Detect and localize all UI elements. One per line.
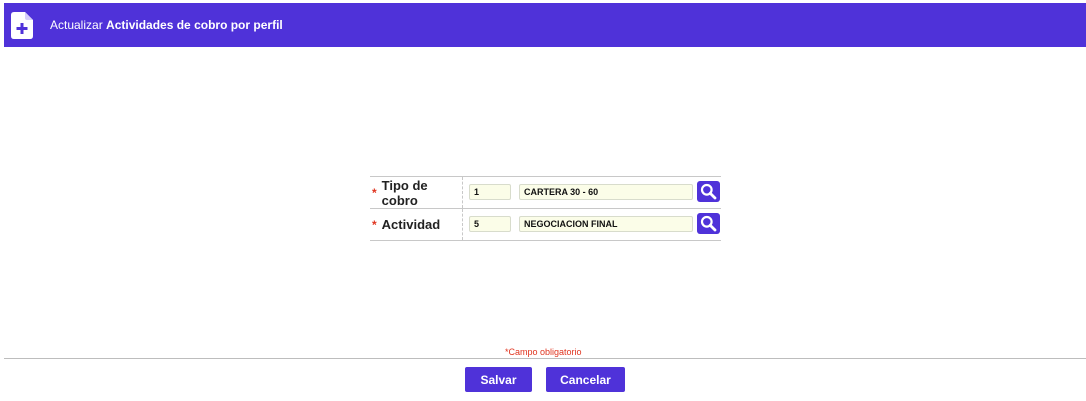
required-mark: * [372,217,377,232]
field-label-text: Tipo de cobro [381,177,428,208]
form-row-tipo-de-cobro: * Tipo de cobro 1 CARTERA 30 - 60 [370,176,721,208]
required-mark: * [372,185,377,200]
search-icon [700,183,717,200]
field-label-actividad: * Actividad [370,209,463,240]
actividad-search-button[interactable] [697,213,720,234]
actividad-code-field[interactable]: 5 [469,216,511,232]
page-title-main: Actividades de cobro por perfil [106,18,283,32]
tipo-de-cobro-code-field[interactable]: 1 [469,184,511,200]
save-button[interactable]: Salvar [465,367,532,392]
field-label-tipo-de-cobro: * Tipo de cobro [370,177,463,208]
form-row-actividad: * Actividad 5 NEGOCIACION FINAL [370,208,721,241]
file-plus-icon [11,12,33,39]
tipo-de-cobro-description-field[interactable]: CARTERA 30 - 60 [519,184,693,200]
required-field-note: *Campo obligatorio [505,347,582,357]
footer-divider [4,358,1086,359]
page-title-prefix: Actualizar [50,18,103,32]
field-label-text: Actividad [381,217,441,232]
tipo-de-cobro-search-button[interactable] [697,181,720,202]
cancel-button[interactable]: Cancelar [546,367,625,392]
page-header: Actualizar Actividades de cobro por perf… [4,3,1086,47]
page-title: Actualizar Actividades de cobro por perf… [50,17,283,33]
search-icon [700,215,717,232]
actividad-description-field[interactable]: NEGOCIACION FINAL [519,216,693,232]
